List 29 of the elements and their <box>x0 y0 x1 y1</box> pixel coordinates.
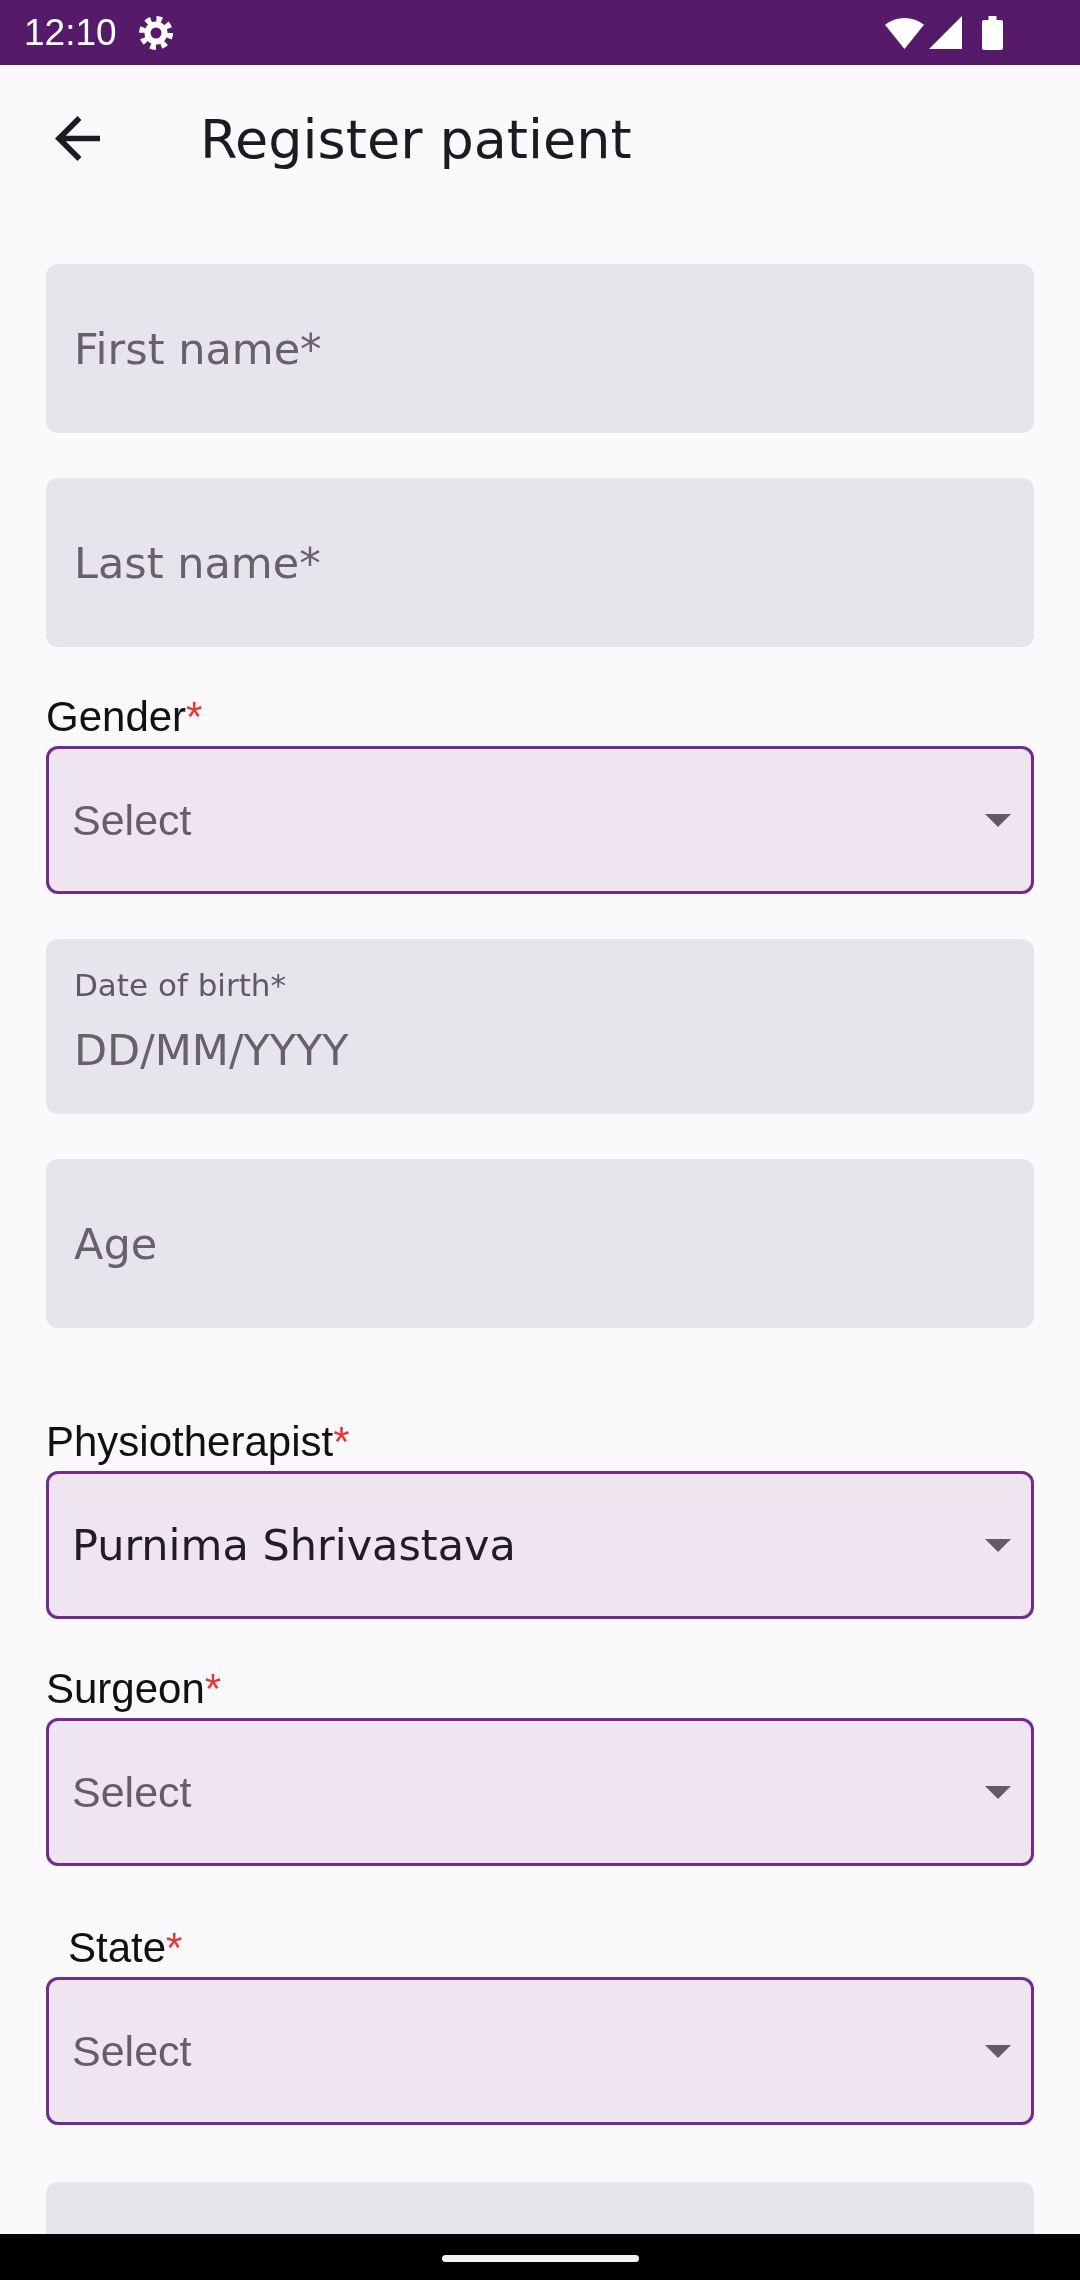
required-asterisk: * <box>166 1923 183 1973</box>
field-label: Physiotherapist <box>46 1417 334 1467</box>
dropdown[interactable]: Select <box>46 1718 1034 1866</box>
field-label: Gender <box>46 692 187 742</box>
home-handle[interactable] <box>441 2255 639 2262</box>
dropdown[interactable]: Select <box>46 746 1034 894</box>
input-field[interactable]: Age <box>46 1159 1034 1328</box>
caret-icon <box>985 2044 1011 2058</box>
battery-icon <box>982 15 1003 50</box>
caret-icon <box>985 1785 1011 1799</box>
field-label: State <box>68 1923 167 1973</box>
back-icon[interactable] <box>55 115 100 161</box>
wifi-icon <box>885 16 924 49</box>
input-field[interactable]: Last name* <box>46 478 1034 647</box>
input-field[interactable]: First name* <box>46 264 1034 433</box>
required-asterisk: * <box>204 1664 222 1714</box>
status-time: 12:10 <box>24 12 117 53</box>
caret-icon <box>985 813 1011 827</box>
screen-title: Register patient <box>200 108 632 172</box>
field-label: Surgeon <box>46 1664 205 1714</box>
input-field[interactable] <box>46 2182 1034 2234</box>
signal-icon <box>929 16 962 49</box>
floating-label: Date of birth* <box>74 966 287 1005</box>
settings-icon <box>138 15 173 50</box>
caret-icon <box>985 1538 1011 1552</box>
dropdown[interactable]: Purnima Shrivastava <box>46 1471 1034 1619</box>
required-asterisk: * <box>333 1417 350 1467</box>
dropdown[interactable]: Select <box>46 1977 1034 2125</box>
required-asterisk: * <box>186 692 203 742</box>
